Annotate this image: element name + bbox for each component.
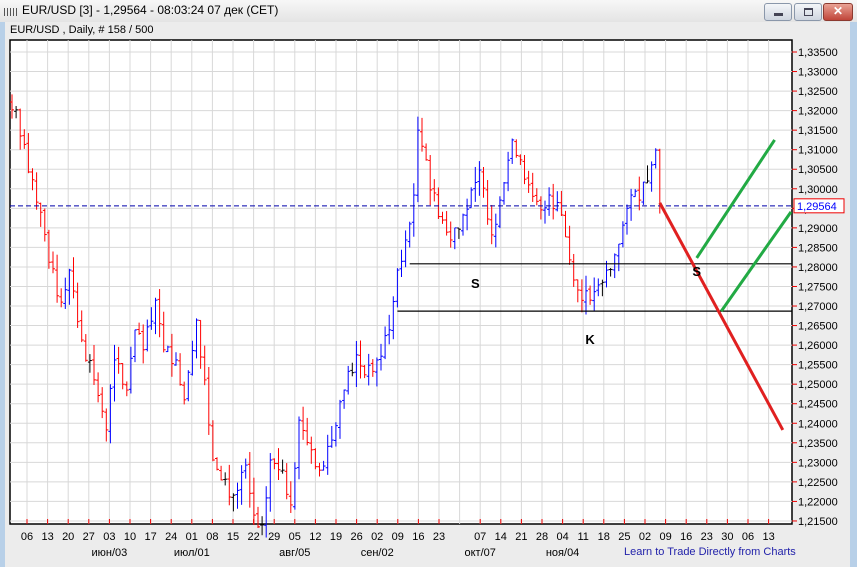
y-tick-label: 1,28000 (798, 262, 838, 274)
y-tick-label: 1,22000 (798, 496, 838, 508)
y-tick-label: 1,24000 (798, 418, 838, 430)
x-tick-label: 06 (742, 531, 754, 543)
x-tick-label: 10 (124, 531, 136, 543)
month-label: сен/02 (361, 547, 394, 559)
x-tick-label: 18 (598, 531, 610, 543)
pattern-annotation: K (585, 332, 595, 347)
x-tick-label: 05 (289, 531, 301, 543)
x-tick-label: 06 (21, 531, 33, 543)
y-tick-label: 1,33000 (798, 67, 838, 79)
x-tick-label: 20 (62, 531, 74, 543)
y-tick-label: 1,23000 (798, 457, 838, 469)
x-tick-label: 16 (680, 531, 692, 543)
x-tick-label: 02 (639, 531, 651, 543)
x-tick-label: 11 (577, 531, 588, 543)
month-label: июл/01 (174, 547, 210, 559)
y-tick-label: 1,32500 (798, 86, 838, 98)
y-tick-label: 1,30500 (798, 164, 838, 176)
x-tick-label: 25 (618, 531, 630, 543)
month-label: окт/07 (465, 547, 496, 559)
x-tick-label: 09 (659, 531, 671, 543)
x-tick-label: 22 (247, 531, 259, 543)
x-tick-label: 09 (392, 531, 404, 543)
y-tick-label: 1,26500 (798, 321, 838, 333)
y-tick-label: 1,29000 (798, 223, 838, 235)
x-tick-label: 26 (350, 531, 362, 543)
y-tick-label: 1,27000 (798, 301, 838, 313)
current-price-label: 1,29564 (797, 201, 837, 213)
y-tick-label: 1,30000 (798, 184, 838, 196)
y-tick-label: 1,31500 (798, 125, 838, 137)
y-tick-label: 1,21500 (798, 516, 838, 528)
x-tick-label: 15 (227, 531, 239, 543)
y-tick-label: 1,24500 (798, 399, 838, 411)
y-tick-label: 1,28500 (798, 242, 838, 254)
x-tick-label: 23 (701, 531, 713, 543)
x-tick-label: 27 (83, 531, 95, 543)
x-tick-label: 13 (762, 531, 774, 543)
right-scrollbar[interactable] (850, 22, 857, 567)
x-tick-label: 29 (268, 531, 280, 543)
x-tick-label: 16 (412, 531, 424, 543)
month-label: ноя/04 (546, 547, 579, 559)
x-tick-label: 14 (495, 531, 507, 543)
y-tick-label: 1,25000 (798, 379, 838, 391)
x-tick-label: 19 (330, 531, 342, 543)
x-tick-label: 04 (556, 531, 568, 543)
pattern-annotation: S (471, 276, 480, 291)
month-label: авг/05 (279, 547, 310, 559)
x-tick-label: 21 (515, 531, 527, 543)
x-tick-label: 02 (371, 531, 383, 543)
x-tick-label: 24 (165, 531, 177, 543)
x-tick-label: 30 (721, 531, 733, 543)
x-tick-label: 17 (144, 531, 156, 543)
x-tick-label: 01 (186, 531, 198, 543)
plot-area (9, 39, 793, 525)
x-tick-label: 23 (433, 531, 445, 543)
month-label: июн/03 (92, 547, 128, 559)
x-tick-label: 28 (536, 531, 548, 543)
x-tick-label: 03 (103, 531, 115, 543)
y-tick-label: 1,33500 (798, 47, 838, 59)
y-tick-label: 1,32000 (798, 106, 838, 118)
x-tick-label: 12 (309, 531, 321, 543)
y-tick-label: 1,31000 (798, 145, 838, 157)
y-tick-label: 1,26000 (798, 340, 838, 352)
x-tick-label: 13 (41, 531, 53, 543)
pattern-annotation: S (692, 264, 701, 279)
y-tick-label: 1,22500 (798, 477, 838, 489)
x-tick-label: 08 (206, 531, 218, 543)
learn-to-trade-link[interactable]: Learn to Trade Directly from Charts (624, 546, 796, 558)
y-tick-label: 1,27500 (798, 281, 838, 293)
y-tick-label: 1,25500 (798, 360, 838, 372)
y-tick-label: 1,23500 (798, 438, 838, 450)
price-chart[interactable]: 1,33500 1,33000 1,32500 1,32000 1,31500 1,310… (0, 0, 857, 567)
x-tick-label: 07 (474, 531, 486, 543)
